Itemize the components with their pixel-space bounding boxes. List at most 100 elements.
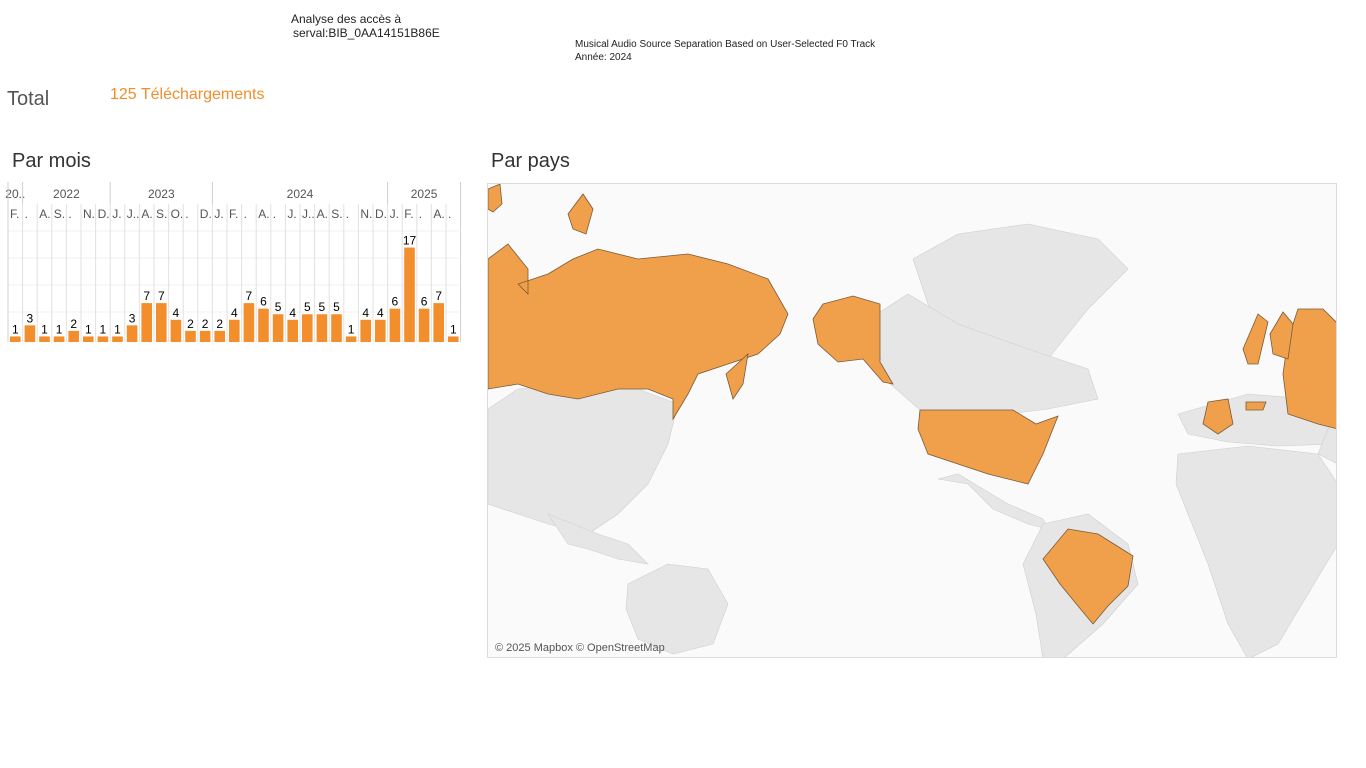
bar-value-label: 1 [41, 322, 48, 336]
bar [331, 314, 342, 342]
month-label: . [346, 207, 349, 221]
bar-value-label: 4 [173, 306, 180, 320]
bar [302, 314, 313, 342]
bar [243, 303, 255, 342]
month-label: N. [360, 207, 372, 221]
bar-value-label: 4 [231, 306, 238, 320]
bar-value-label: 1 [348, 322, 355, 336]
bar [360, 319, 371, 342]
bar [316, 314, 328, 342]
bar-value-label: 1 [12, 322, 19, 336]
month-label: A. [258, 207, 269, 221]
month-label: F. [10, 207, 19, 221]
bar [448, 336, 459, 342]
world-map [488, 184, 1336, 657]
bar [141, 303, 152, 342]
bar-value-label: 3 [129, 311, 136, 325]
monthly-downloads-chart: 20.. 2022 2023 2024 2025F.1.3A.1S.1.2N.1D.1J… [5, 182, 462, 342]
report-title: Analyse des accès à [291, 12, 402, 26]
bar [112, 336, 123, 342]
bar [272, 314, 284, 342]
bar-value-label: 1 [85, 322, 92, 336]
monthly-chart-title: Par mois [12, 150, 91, 172]
month-label: D. [98, 207, 110, 221]
month-label: N. [83, 207, 95, 221]
bar [229, 319, 240, 342]
month-label: J. [287, 207, 296, 221]
bar-value-label: 7 [143, 289, 150, 303]
country-usa [917, 409, 1059, 485]
year-label: 2024 [287, 187, 314, 201]
bar [97, 336, 109, 342]
bar [199, 330, 211, 342]
bar-value-label: 3 [27, 311, 34, 325]
bar-value-label: 1 [450, 322, 457, 336]
bar [24, 325, 36, 342]
month-label: S. [156, 207, 167, 221]
month-label: . [419, 207, 422, 221]
country-russia-island-1 [567, 193, 594, 235]
bar [10, 336, 21, 342]
land-china-asia [488, 383, 679, 535]
bar [433, 303, 444, 342]
bar-value-label: 4 [289, 306, 296, 320]
bar-value-label: 7 [158, 289, 165, 303]
bar-value-label: 6 [260, 295, 267, 309]
bar [170, 319, 182, 342]
bar-value-label: 2 [216, 317, 223, 331]
report-header: Analyse des accès à serval:BIB_0AA14151B… [291, 12, 440, 40]
bar-value-label: 1 [56, 322, 63, 336]
bar [258, 308, 269, 342]
month-label: . [185, 207, 188, 221]
month-label: A. [433, 207, 444, 221]
bar-value-label: 4 [377, 306, 384, 320]
report-identifier: serval:BIB_0AA14151B86E [293, 26, 440, 40]
bar [126, 325, 138, 342]
bar-value-label: 5 [333, 300, 340, 314]
year-label: 2025 [411, 187, 438, 201]
bar [287, 319, 298, 342]
month-label: O. [171, 207, 184, 221]
month-label: . [273, 207, 276, 221]
bar [389, 308, 401, 342]
bar [214, 330, 225, 342]
month-label: S. [331, 207, 342, 221]
bar-value-label: 6 [392, 295, 399, 309]
month-label: J. [214, 207, 223, 221]
month-label: A. [141, 207, 152, 221]
year-label: 2023 [148, 187, 175, 201]
document-info: Musical Audio Source Separation Based on… [575, 38, 875, 64]
document-title: Musical Audio Source Separation Based on… [575, 39, 876, 50]
bar [418, 308, 430, 342]
bar [53, 336, 65, 342]
bar-value-label: 1 [100, 322, 107, 336]
bar-value-label: 6 [421, 295, 428, 309]
total-downloads-value: 125 Téléchargements [110, 86, 265, 103]
document-year: Année: 2024 [575, 52, 632, 63]
month-label: A. [39, 207, 50, 221]
bar-value-label: 2 [70, 317, 77, 331]
land-central-america [937, 473, 1049, 530]
land-africa [1175, 445, 1336, 657]
country-map[interactable]: © 2025 Mapbox © OpenStreetMap [487, 183, 1337, 658]
month-label: J. [112, 207, 121, 221]
month-label: . [25, 207, 28, 221]
map-attribution: © 2025 Mapbox © OpenStreetMap [495, 642, 665, 654]
land-australia [625, 563, 729, 655]
bar [83, 336, 94, 342]
month-label: . [448, 207, 451, 221]
bar-value-label: 5 [319, 300, 326, 314]
bar-value-label: 17 [403, 234, 417, 248]
month-label: . [68, 207, 71, 221]
month-label: D. [200, 207, 212, 221]
bar [68, 330, 79, 342]
bar [39, 336, 50, 342]
month-label: . [244, 207, 247, 221]
bar-value-label: 2 [202, 317, 209, 331]
bar-value-label: 5 [275, 300, 282, 314]
bar [345, 336, 357, 342]
month-label: J.. [302, 207, 315, 221]
bar-value-label: 2 [187, 317, 194, 331]
month-label: F. [404, 207, 413, 221]
bar-value-label: 1 [114, 322, 121, 336]
